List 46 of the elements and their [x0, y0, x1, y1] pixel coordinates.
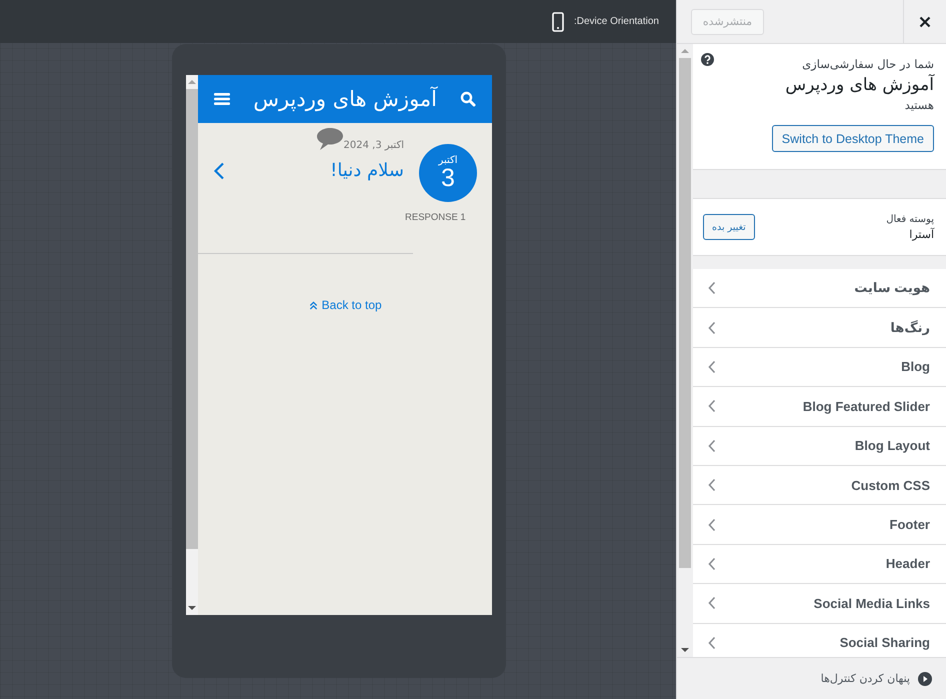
- back-to-top-link[interactable]: Back to top: [308, 298, 382, 312]
- date-day: 3: [441, 166, 455, 191]
- play-icon: [918, 672, 932, 686]
- section-item[interactable]: Blog: [693, 348, 946, 388]
- scrollbar[interactable]: [186, 75, 198, 615]
- chevron-left-icon: [708, 596, 716, 610]
- section-item[interactable]: هویت سایت: [693, 269, 946, 308]
- section-item[interactable]: Custom CSS: [693, 466, 946, 506]
- info-text: هستید: [904, 98, 934, 112]
- chevron-left-icon: [708, 478, 716, 492]
- section-item[interactable]: Social Media Links: [693, 584, 946, 624]
- change-theme-button[interactable]: تغییر بده: [703, 214, 755, 240]
- section-item[interactable]: Footer: [693, 505, 946, 545]
- chevron-left-icon: [708, 636, 716, 650]
- site-name: آموزش های وردپرس: [785, 75, 934, 95]
- section-item[interactable]: Blog Layout: [693, 426, 946, 466]
- chevron-left-icon: [708, 399, 716, 414]
- search-icon[interactable]: [460, 91, 476, 107]
- chevron-left-icon[interactable]: [213, 162, 226, 180]
- theme-name: آسترا: [909, 228, 934, 240]
- post-date: اکتبر 3, 2024: [344, 140, 404, 152]
- close-icon: [919, 16, 931, 28]
- help-icon[interactable]: [701, 53, 714, 66]
- section-item[interactable]: Header: [693, 544, 946, 584]
- chevron-left-icon: [708, 320, 716, 335]
- switch-theme-button[interactable]: Switch to Desktop Theme: [772, 125, 934, 152]
- chevron-left-icon: [708, 438, 716, 453]
- section-item[interactable]: Blog Featured Slider: [693, 387, 946, 427]
- date-month: اکتبر: [438, 155, 458, 166]
- theme-label: پوسته فعال: [886, 214, 934, 224]
- orientation-label: :Device Orientation: [574, 16, 659, 27]
- chevron-left-icon: [708, 360, 716, 374]
- site-title[interactable]: آموزش های وردپرس: [253, 87, 437, 111]
- info-text: شما در حال سفارشی‌سازی: [802, 57, 934, 71]
- section-item[interactable]: Social Sharing: [693, 624, 946, 657]
- response-count[interactable]: RESPONSE 1: [405, 212, 466, 223]
- speech-bubble-icon[interactable]: [316, 127, 344, 151]
- chevron-left-icon: [708, 556, 716, 571]
- hide-controls-button[interactable]: پنهان کردن کنترل‌ها: [820, 672, 932, 686]
- section-item[interactable]: رنگ‌ها: [693, 308, 946, 348]
- phone-icon[interactable]: [552, 12, 564, 32]
- menu-icon[interactable]: [214, 92, 230, 106]
- post-title[interactable]: سلام دنیا!: [330, 160, 404, 181]
- chevron-left-icon: [708, 518, 716, 532]
- double-chevron-up-icon: [308, 300, 318, 310]
- chevron-left-icon: [708, 281, 716, 296]
